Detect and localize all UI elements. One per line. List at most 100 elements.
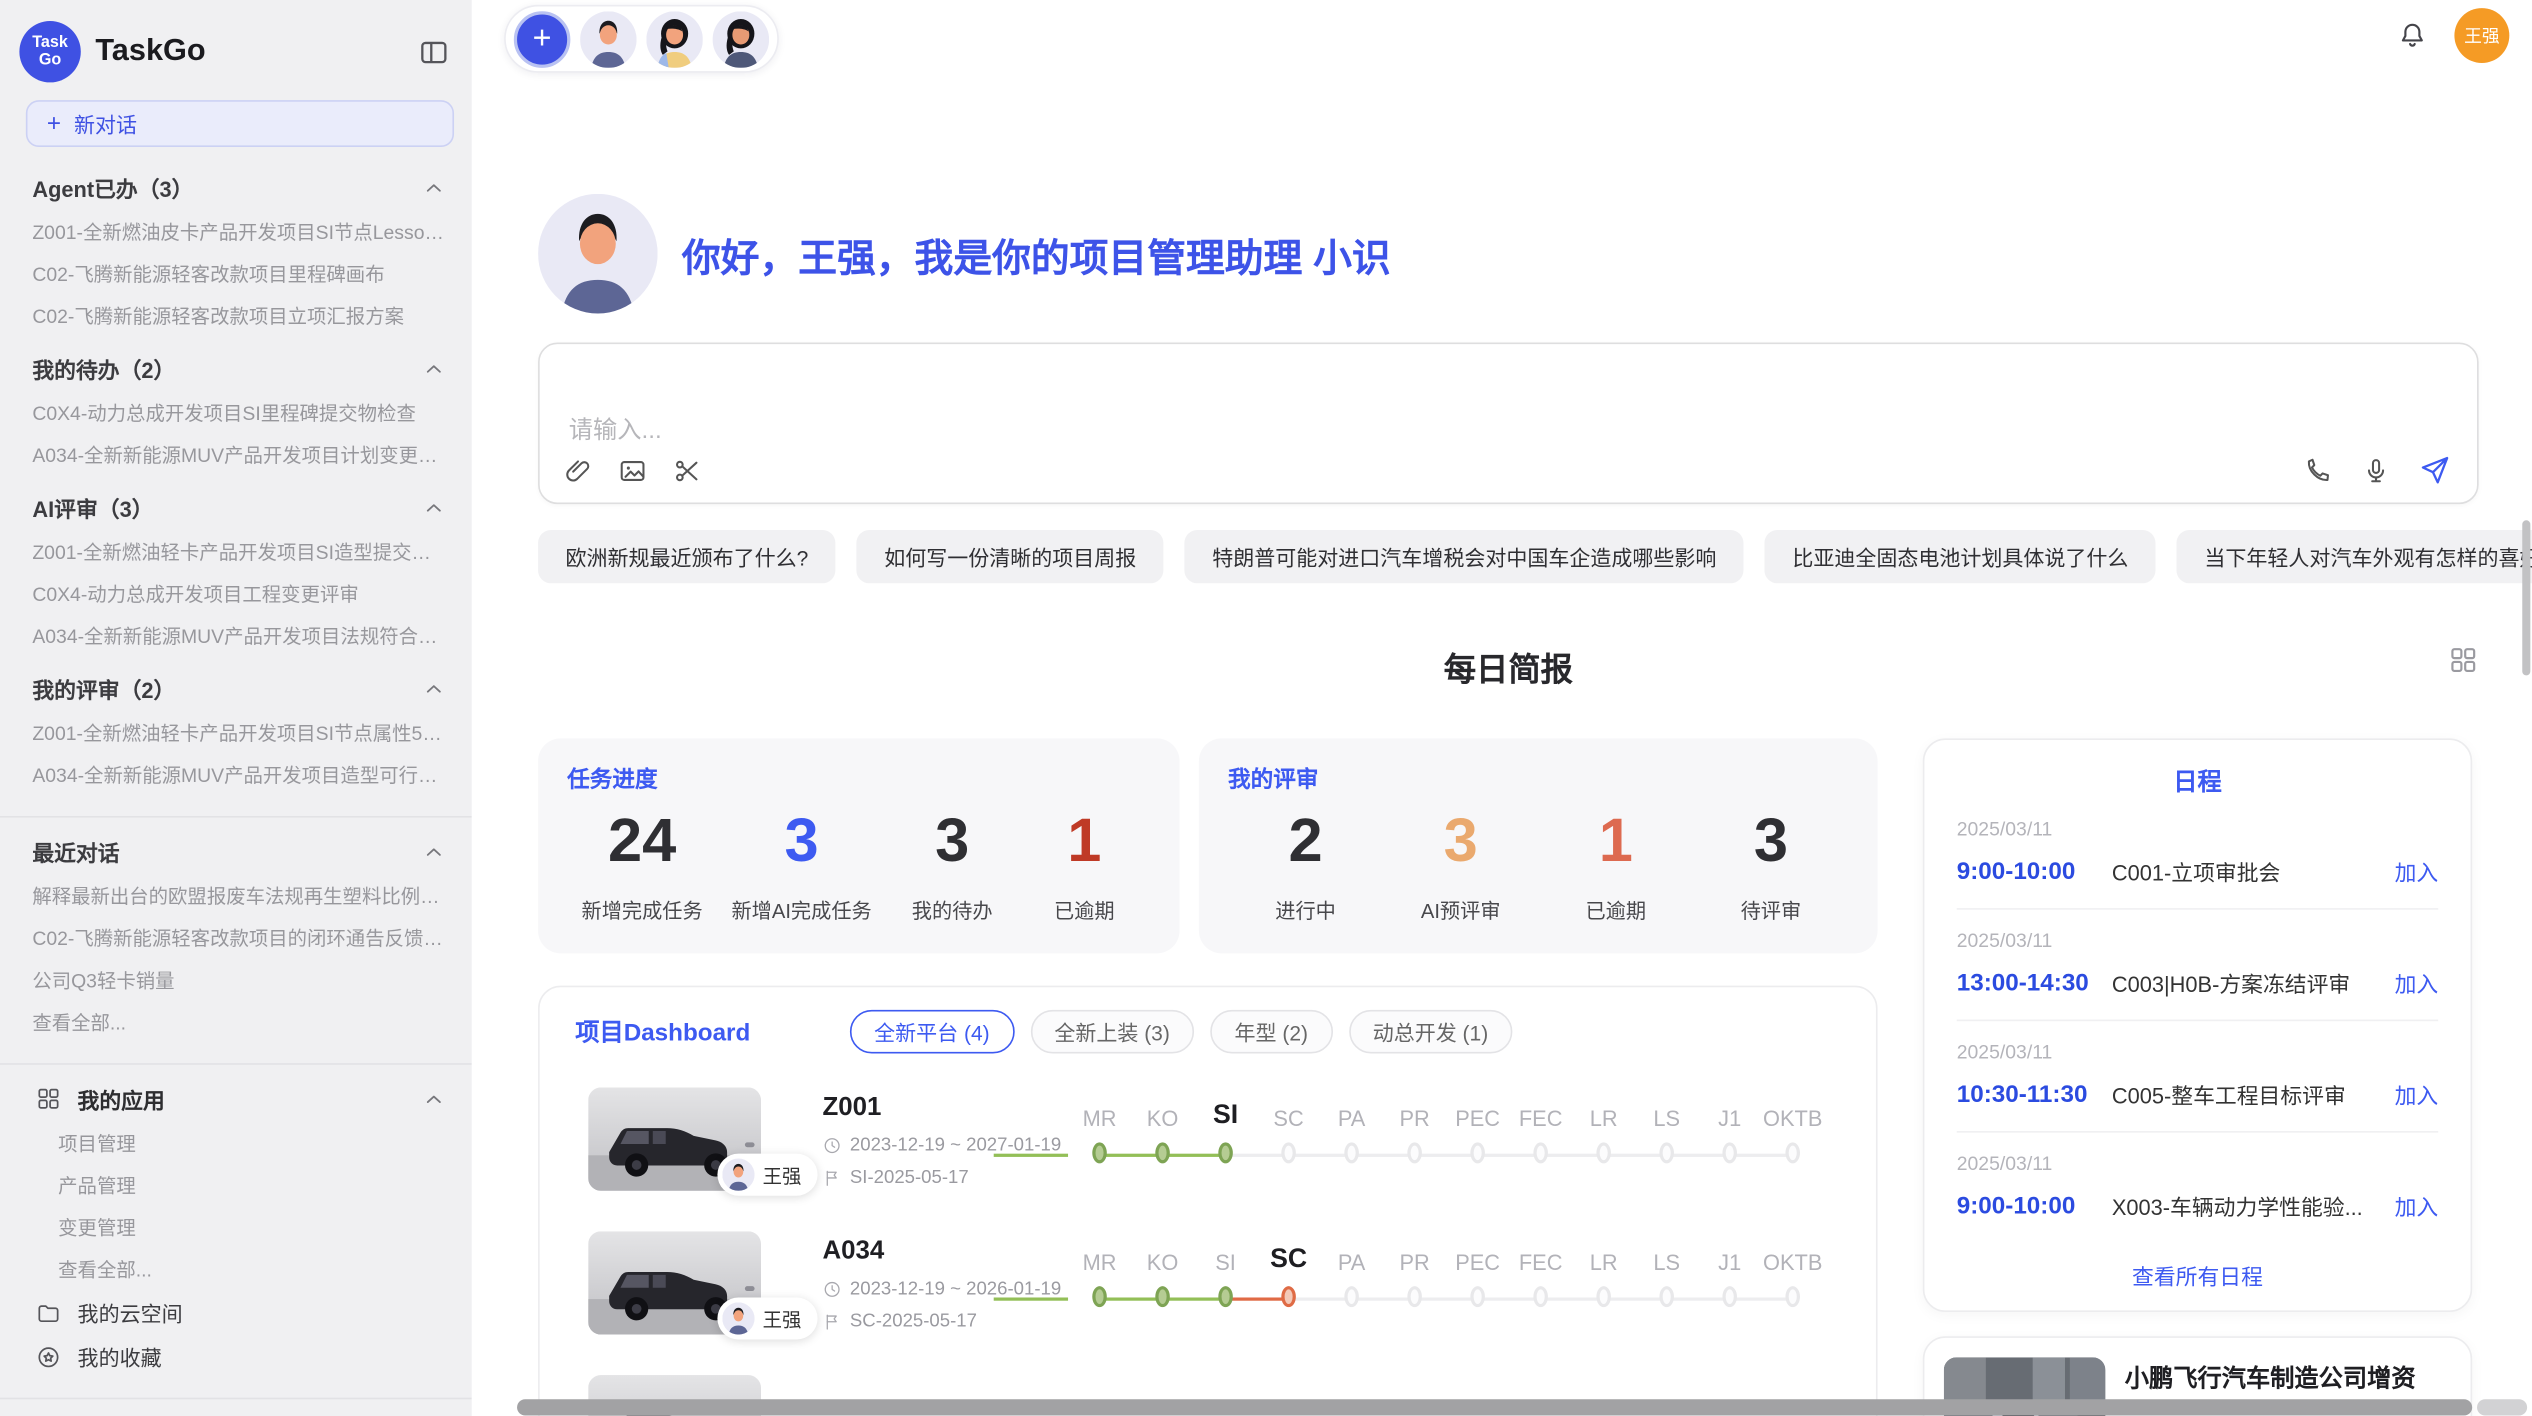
agent-avatar[interactable]: [580, 11, 637, 68]
event-name: C005-整车工程目标评审: [2112, 1078, 2379, 1110]
milestone-dot[interactable]: [1785, 1142, 1800, 1163]
event-time: 10:30-11:30: [1957, 1080, 2112, 1107]
horizontal-scrollbar[interactable]: [517, 1399, 2472, 1415]
milestone-dot[interactable]: [1533, 1142, 1548, 1163]
milestone-dot[interactable]: [1092, 1286, 1107, 1307]
project-row[interactable]: 王强Z0012023-12-19 ~ 2027-01-19SI-2025-05-…: [575, 1087, 1876, 1190]
sidebar-section-header[interactable]: Agent已办（3）: [0, 163, 472, 211]
suggestion-chip[interactable]: 特朗普可能对进口汽车增税会对中国车企造成哪些影响: [1185, 530, 1744, 583]
suggestion-chip[interactable]: 当下年轻人对汽车外观有怎样的喜好趋势: [2177, 530, 2532, 583]
clock-icon: [822, 1280, 841, 1299]
milestone-dot[interactable]: [1470, 1142, 1485, 1163]
milestone-dot[interactable]: [1722, 1286, 1737, 1307]
milestone-dot[interactable]: [1155, 1142, 1170, 1163]
project-code: A034: [822, 1238, 1068, 1267]
milestone-dot[interactable]: [1596, 1142, 1611, 1163]
sidebar-item[interactable]: A034-全新新能源MUV产品开发项目法规符合性评审: [0, 616, 472, 658]
sidebar-item[interactable]: Z001-全新燃油轻卡产品开发项目SI造型提交物评审: [0, 532, 472, 574]
scissors-icon[interactable]: [672, 456, 703, 487]
milestone-label: PA: [1320, 1107, 1383, 1131]
milestone-dot[interactable]: [1407, 1286, 1422, 1307]
suggestion-chip[interactable]: 欧洲新规最近颁布了什么?: [538, 530, 836, 583]
sidebar-item[interactable]: 解释最新出台的欧盟报废车法规再生塑料比例被调至15%...: [0, 876, 472, 918]
sidebar-item[interactable]: C02-飞腾新能源轻客改款项目的闭环通告反馈情况: [0, 918, 472, 960]
layout-grid-icon[interactable]: [2448, 645, 2479, 676]
milestone-dot[interactable]: [1722, 1142, 1737, 1163]
sidebar-item[interactable]: 查看全部...: [0, 1249, 472, 1291]
user-avatar[interactable]: 王强: [2454, 8, 2509, 63]
milestone-dot[interactable]: [1218, 1286, 1233, 1307]
notification-bell-icon[interactable]: [2396, 19, 2428, 51]
milestone-dot[interactable]: [1596, 1286, 1611, 1307]
milestone-dot[interactable]: [1785, 1286, 1800, 1307]
sidebar-item[interactable]: 查看全部...: [0, 1002, 472, 1044]
sidebar-item-star[interactable]: 我的收藏: [0, 1335, 472, 1379]
sidebar-item[interactable]: C0X4-动力总成开发项目工程变更评审: [0, 574, 472, 616]
image-icon[interactable]: [617, 456, 648, 487]
sidebar-item[interactable]: A034-全新新能源MUV产品开发项目计划变更表编写: [0, 435, 472, 477]
sidebar-section-my-apps-header[interactable]: 我的应用: [0, 1075, 472, 1123]
sidebar-item[interactable]: A034-全新新能源MUV产品开发项目造型可行性评审: [0, 755, 472, 797]
collapse-sidebar-icon[interactable]: [418, 36, 449, 67]
sidebar-item-people[interactable]: AI超级员工: [0, 1409, 472, 1416]
grid-icon: [36, 1086, 62, 1112]
sidebar-item[interactable]: C02-飞腾新能源轻客改款项目立项汇报方案: [0, 296, 472, 338]
milestone-label: KO: [1131, 1107, 1194, 1131]
attachment-icon[interactable]: [562, 456, 593, 487]
join-meeting-link[interactable]: 加入: [2395, 855, 2439, 887]
join-meeting-link[interactable]: 加入: [2395, 966, 2439, 998]
chevron-up-icon: [422, 676, 446, 700]
milestone-dot[interactable]: [1407, 1142, 1422, 1163]
milestone-dot[interactable]: [1281, 1142, 1296, 1163]
milestone-dot[interactable]: [1659, 1142, 1674, 1163]
milestone-dot[interactable]: [1344, 1142, 1359, 1163]
dashboard-filter[interactable]: 年型 (2): [1210, 1010, 1332, 1054]
chevron-up-icon: [422, 356, 446, 380]
dashboard-filter[interactable]: 全新平台 (4): [850, 1010, 1014, 1054]
milestone-label: PA: [1320, 1251, 1383, 1275]
agent-avatar[interactable]: [713, 11, 770, 68]
sidebar-item[interactable]: 变更管理: [0, 1207, 472, 1249]
dashboard-filter[interactable]: 全新上装 (3): [1030, 1010, 1194, 1054]
sidebar-item[interactable]: 公司Q3轻卡销量: [0, 960, 472, 1002]
milestone-dot[interactable]: [1344, 1286, 1359, 1307]
join-meeting-link[interactable]: 加入: [2395, 1189, 2439, 1221]
sidebar-section-header[interactable]: AI评审（3）: [0, 483, 472, 531]
add-agent-button[interactable]: +: [514, 11, 571, 68]
sidebar-section-recent-header[interactable]: 最近对话: [0, 827, 472, 875]
sidebar-section-header[interactable]: 我的待办（2）: [0, 344, 472, 392]
event-row: 10:30-11:30C005-整车工程目标评审加入: [1957, 1078, 2439, 1110]
sidebar-item[interactable]: C02-飞腾新能源轻客改款项目里程碑画布: [0, 254, 472, 296]
sidebar-item[interactable]: 产品管理: [0, 1165, 472, 1207]
milestone-dot[interactable]: [1281, 1286, 1296, 1307]
phone-call-icon[interactable]: [2303, 455, 2334, 486]
message-composer[interactable]: 请输入...: [538, 343, 2479, 505]
agent-avatar[interactable]: [646, 11, 703, 68]
milestone-dot[interactable]: [1218, 1142, 1233, 1163]
milestone-dot[interactable]: [1092, 1142, 1107, 1163]
microphone-icon[interactable]: [2361, 455, 2392, 486]
suggestion-chip[interactable]: 如何写一份清晰的项目周报: [857, 530, 1164, 583]
vertical-scrollbar[interactable]: [2522, 520, 2530, 675]
milestone-dot[interactable]: [1470, 1286, 1485, 1307]
view-all-schedule-link[interactable]: 查看所有日程: [1957, 1259, 2439, 1291]
milestone-dot[interactable]: [1533, 1286, 1548, 1307]
schedule-event: 2025/03/119:00-10:00C001-立项审批会加入: [1957, 798, 2439, 909]
dashboard-filter[interactable]: 动总开发 (1): [1348, 1010, 1512, 1054]
milestone-dot[interactable]: [1659, 1286, 1674, 1307]
join-meeting-link[interactable]: 加入: [2395, 1078, 2439, 1110]
suggestion-chip[interactable]: 比亚迪全固态电池计划具体说了什么: [1765, 530, 2156, 583]
send-icon[interactable]: [2419, 454, 2451, 486]
sidebar-item[interactable]: C0X4-动力总成开发项目SI里程碑提交物检查: [0, 393, 472, 435]
project-row[interactable]: 王强A0342023-12-19 ~ 2026-01-19SC-2025-05-…: [575, 1231, 1876, 1334]
new-chat-button[interactable]: + 新对话: [26, 100, 454, 147]
sidebar-item[interactable]: 项目管理: [0, 1123, 472, 1165]
milestone-dot[interactable]: [1155, 1286, 1170, 1307]
sidebar-item[interactable]: Z001-全新燃油皮卡产品开发项目SI节点Lesson Learn报告: [0, 212, 472, 254]
sidebar-item[interactable]: Z001-全新燃油轻卡产品开发项目SI节点属性5D文件评审: [0, 713, 472, 755]
milestone-connector: [994, 1154, 1068, 1157]
sidebar-item-folder[interactable]: 我的云空间: [0, 1291, 472, 1335]
sidebar-section-header[interactable]: 我的评审（2）: [0, 664, 472, 712]
project-flag-text: SC-2025-05-17: [850, 1312, 977, 1331]
milestone-label: SC: [1257, 1244, 1320, 1275]
